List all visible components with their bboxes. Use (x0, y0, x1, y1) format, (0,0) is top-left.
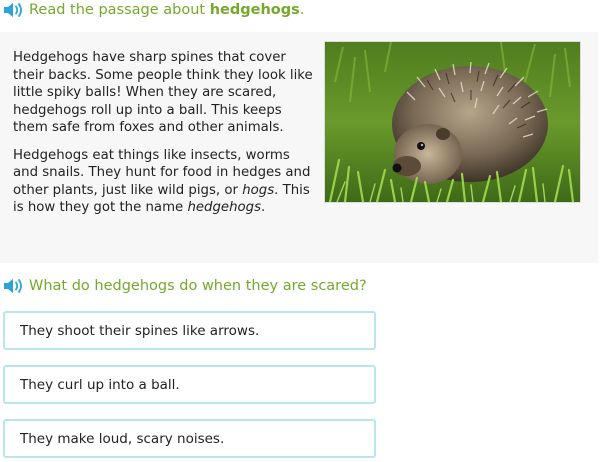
passage-paragraph-2: Hedgehogs eat things like insects, worms… (13, 147, 313, 217)
passage-paragraph-1: Hedgehogs have sharp spines that cover t… (13, 50, 313, 135)
paragraph-2-emphasis-hogs: hogs (242, 182, 275, 198)
answer-choice-3-label: They make loud, scary noises. (20, 431, 225, 447)
answer-choice-2-label: They curl up into a ball. (20, 377, 180, 393)
passage-panel: Hedgehogs have sharp spines that cover t… (0, 32, 598, 263)
instruction-suffix: . (299, 2, 305, 18)
answer-choice-1-label: They shoot their spines like arrows. (20, 323, 260, 339)
question-speaker-icon[interactable] (3, 277, 25, 295)
answer-choice-1[interactable]: They shoot their spines like arrows. (3, 311, 376, 350)
paragraph-2-emphasis-hedgehogs: hedgehogs (187, 200, 262, 215)
instruction-prefix: Read the passage about (29, 2, 210, 18)
paragraph-2-part-3: . (261, 200, 266, 215)
hedgehog-photo (324, 41, 581, 203)
question-text: What do hedgehogs do when they are scare… (29, 278, 367, 294)
instruction-emphasis: hedgehogs (209, 2, 300, 18)
instruction-text: Read the passage about hedgehogs. (29, 0, 304, 20)
answer-choice-3[interactable]: They make loud, scary noises. (3, 419, 376, 458)
passage-text: Hedgehogs have sharp spines that cover t… (13, 49, 313, 227)
instruction-speaker-icon[interactable] (3, 1, 25, 19)
answer-choice-2[interactable]: They curl up into a ball. (3, 365, 376, 404)
